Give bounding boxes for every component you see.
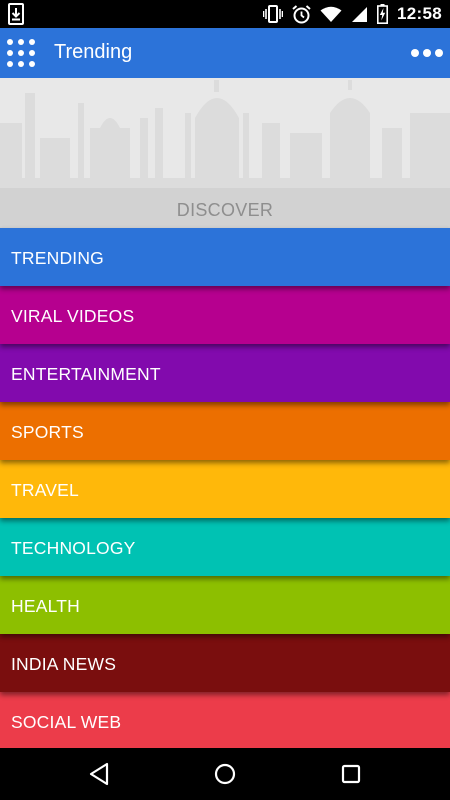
more-options-button[interactable] [410,41,444,65]
app-title: Trending [54,41,133,63]
category-trending[interactable]: TRENDING [0,228,450,286]
signal-icon [352,6,368,22]
category-technology[interactable]: TECHNOLOGY [0,518,450,576]
category-label: VIRAL VIDEOS [11,306,135,326]
category-label: TECHNOLOGY [11,538,136,558]
home-button[interactable] [211,760,239,788]
download-icon [8,3,24,25]
recents-icon [341,764,361,784]
category-label: TRAVEL [11,480,79,500]
wifi-icon [320,6,342,22]
category-social-web[interactable]: SOCIAL WEB [0,692,450,748]
home-icon [214,763,236,785]
category-label: HEALTH [11,596,80,616]
back-button[interactable] [86,760,114,788]
back-icon [89,762,109,786]
more-options-icon [411,49,443,57]
category-india-news[interactable]: INDIA NEWS [0,634,450,692]
discover-label: DISCOVER [176,200,274,220]
category-label: SPORTS [11,422,84,442]
navigation-bar [0,748,450,800]
category-viral-videos[interactable]: VIRAL VIDEOS [0,286,450,344]
grid-menu-button[interactable] [5,37,37,69]
recents-button[interactable] [337,760,365,788]
category-health[interactable]: HEALTH [0,576,450,634]
status-bar: 12:58 [0,0,450,28]
category-label: TRENDING [11,248,104,268]
category-travel[interactable]: TRAVEL [0,460,450,518]
category-label: ENTERTAINMENT [11,364,161,384]
vibrate-icon [263,5,284,23]
status-time: 12:58 [397,4,442,23]
discover-banner[interactable]: DISCOVER [0,78,450,228]
grid-menu-icon [7,39,35,67]
alarm-icon [292,4,311,23]
category-label: SOCIAL WEB [11,712,122,732]
battery-charging-icon [377,4,389,24]
app-bar: Trending [0,28,450,78]
category-label: INDIA NEWS [11,654,117,674]
category-sports[interactable]: SPORTS [0,402,450,460]
category-entertainment[interactable]: ENTERTAINMENT [0,344,450,402]
